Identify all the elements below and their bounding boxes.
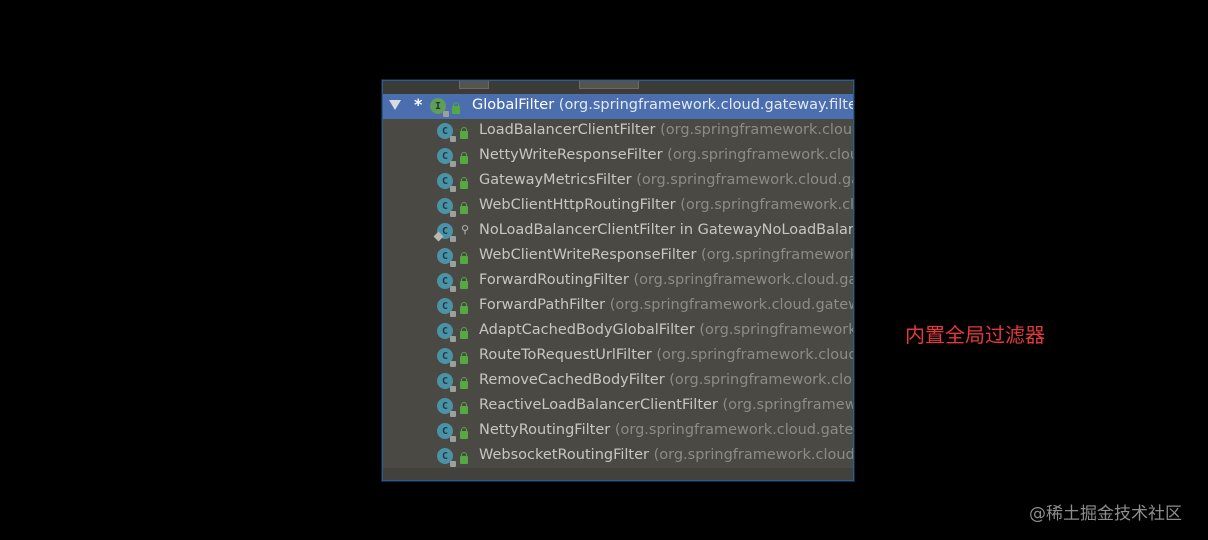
class-icon: C — [437, 398, 456, 417]
tree-row[interactable]: C WebsocketRoutingFilter (org.springframe… — [383, 444, 853, 469]
public-visibility-icon — [460, 452, 468, 464]
toolbar-scope-dropdown[interactable] — [579, 81, 639, 89]
tree-row[interactable]: C NettyWriteResponseFilter (org.springfra… — [383, 144, 853, 169]
public-visibility-icon — [460, 277, 468, 289]
class-icon: C — [437, 423, 456, 442]
base-marker: * — [414, 95, 423, 114]
toolbar-button[interactable] — [459, 81, 489, 89]
public-visibility-icon — [452, 102, 460, 114]
class-icon: C — [437, 298, 456, 317]
class-icon: C — [437, 173, 456, 192]
package-name: (org.springframework.clo — [699, 322, 853, 338]
class-name: LoadBalancerClientFilter — [479, 122, 656, 138]
tree-node-label: ForwardPathFilter (org.springframework.c… — [479, 297, 854, 313]
class-name: NoLoadBalancerClientFilter in GatewayNoL… — [479, 222, 854, 238]
tree-node-label: ForwardRoutingFilter (org.springframewor… — [479, 272, 853, 288]
class-icon: C — [437, 373, 456, 392]
tree-node-label: GatewayMetricsFilter (org.springframewor… — [479, 172, 853, 188]
public-visibility-icon — [460, 327, 468, 339]
class-icon: C — [437, 248, 456, 267]
tree-root-globalfilter[interactable]: * I GlobalFilter (org.springframework.cl… — [383, 94, 853, 119]
class-name: RouteToRequestUrlFilter — [479, 347, 652, 363]
class-name: WebClientWriteResponseFilter — [479, 247, 697, 263]
class-icon: C — [437, 323, 456, 342]
class-icon: C — [437, 123, 456, 142]
hierarchy-toolbar — [383, 81, 853, 94]
tree-row[interactable]: C ForwardPathFilter (org.springframework.… — [383, 294, 853, 319]
class-name: ForwardPathFilter — [479, 297, 606, 313]
package-private-icon: ⚲ — [461, 223, 470, 236]
watermark: @稀土掘金技术社区 — [1029, 504, 1182, 524]
tree-node-label: RouteToRequestUrlFilter (org.springframe… — [479, 347, 853, 363]
public-visibility-icon — [460, 302, 468, 314]
class-name: NettyWriteResponseFilter — [479, 147, 663, 163]
tree-node-label: AdaptCachedBodyGlobalFilter (org.springf… — [479, 322, 853, 338]
package-name: (org.springframework.cloud.gateway.filte… — [558, 97, 854, 113]
package-name: (org.springframework.cloud.ga — [656, 347, 853, 363]
annotation-label: 内置全局过滤器 — [905, 323, 1045, 347]
class-icon: C — [437, 148, 456, 167]
tree-node-label: ReactiveLoadBalancerClientFilter (org.sp… — [479, 397, 854, 413]
public-visibility-icon — [460, 177, 468, 189]
package-name: (org.springframework.cloud — [701, 247, 853, 263]
class-name: ForwardRoutingFilter — [479, 272, 629, 288]
class-name: GlobalFilter — [472, 97, 555, 113]
tree-node-label: NettyRoutingFilter (org.springframework.… — [479, 422, 854, 438]
class-icon: C — [437, 198, 456, 217]
panel-bottom-bar — [383, 468, 853, 480]
package-name: (org.springframework.cloud.gatew — [633, 272, 853, 288]
class-name: RemoveCachedBodyFilter — [479, 372, 665, 388]
package-name: (org.springframework.cloud.ga — [660, 122, 853, 138]
tree-row[interactable]: C AdaptCachedBodyGlobalFilter (org.spring… — [383, 319, 853, 344]
class-name: GatewayMetricsFilter — [479, 172, 632, 188]
class-icon: C — [437, 273, 456, 292]
public-visibility-icon — [460, 127, 468, 139]
package-name: (org.springframework.cloud — [680, 197, 854, 213]
tree-row[interactable]: C LoadBalancerClientFilter (org.springfra… — [383, 119, 853, 144]
class-icon: C — [437, 348, 456, 367]
public-visibility-icon — [460, 202, 468, 214]
tree-row[interactable]: C NettyRoutingFilter (org.springframework… — [383, 419, 853, 444]
expand-arrow-icon[interactable] — [389, 100, 401, 110]
type-hierarchy-panel: * I GlobalFilter (org.springframework.cl… — [382, 80, 854, 481]
class-name: WebClientHttpRoutingFilter — [479, 197, 676, 213]
tree-node-label: LoadBalancerClientFilter (org.springfram… — [479, 122, 853, 138]
public-visibility-icon — [460, 152, 468, 164]
interface-icon: I — [430, 98, 449, 117]
tree-node-label: WebClientWriteResponseFilter (org.spring… — [479, 247, 853, 263]
tree-row[interactable]: C RemoveCachedBodyFilter (org.springframe… — [383, 369, 853, 394]
tree-row[interactable]: C ⚲ NoLoadBalancerClientFilter in GatewayN… — [383, 219, 853, 244]
tree-node-label: GlobalFilter (org.springframework.cloud.… — [472, 97, 854, 113]
package-name: (org.springframework.cloud.gatew — [636, 172, 853, 188]
public-visibility-icon — [460, 377, 468, 389]
class-name: ReactiveLoadBalancerClientFilter — [479, 397, 718, 413]
tree-row[interactable]: C ReactiveLoadBalancerClientFilter (org.s… — [383, 394, 853, 419]
public-visibility-icon — [460, 352, 468, 364]
tree-row[interactable]: C WebClientWriteResponseFilter (org.sprin… — [383, 244, 853, 269]
public-visibility-icon — [460, 252, 468, 264]
package-name: (org.springframework.cloud.gateway. — [609, 297, 854, 313]
tree-row[interactable]: C ForwardRoutingFilter (org.springframewo… — [383, 269, 853, 294]
tree-row[interactable]: C WebClientHttpRoutingFilter (org.springf… — [383, 194, 853, 219]
package-name: (org.springframework.cloud.g — [669, 372, 853, 388]
package-name: (org.springframework.cloud.g — [667, 147, 853, 163]
class-name: NettyRoutingFilter — [479, 422, 611, 438]
tree-node-label: NoLoadBalancerClientFilter in GatewayNoL… — [479, 222, 854, 238]
package-name: (org.springframework. — [722, 397, 854, 413]
class-name: AdaptCachedBodyGlobalFilter — [479, 322, 695, 338]
tree-node-label: WebsocketRoutingFilter (org.springframew… — [479, 447, 854, 463]
tree-node-label: RemoveCachedBodyFilter (org.springframew… — [479, 372, 853, 388]
class-icon: C — [437, 448, 456, 467]
tree-node-label: NettyWriteResponseFilter (org.springfram… — [479, 147, 853, 163]
tree-node-label: WebClientHttpRoutingFilter (org.springfr… — [479, 197, 854, 213]
public-visibility-icon — [460, 427, 468, 439]
tree-row[interactable]: C GatewayMetricsFilter (org.springframewo… — [383, 169, 853, 194]
tree-row[interactable]: C RouteToRequestUrlFilter (org.springfram… — [383, 344, 853, 369]
public-visibility-icon — [460, 402, 468, 414]
package-name: (org.springframework.cloud.gateway — [614, 422, 854, 438]
package-name: (org.springframework.cloud.ga — [653, 447, 854, 463]
class-name: WebsocketRoutingFilter — [479, 447, 649, 463]
